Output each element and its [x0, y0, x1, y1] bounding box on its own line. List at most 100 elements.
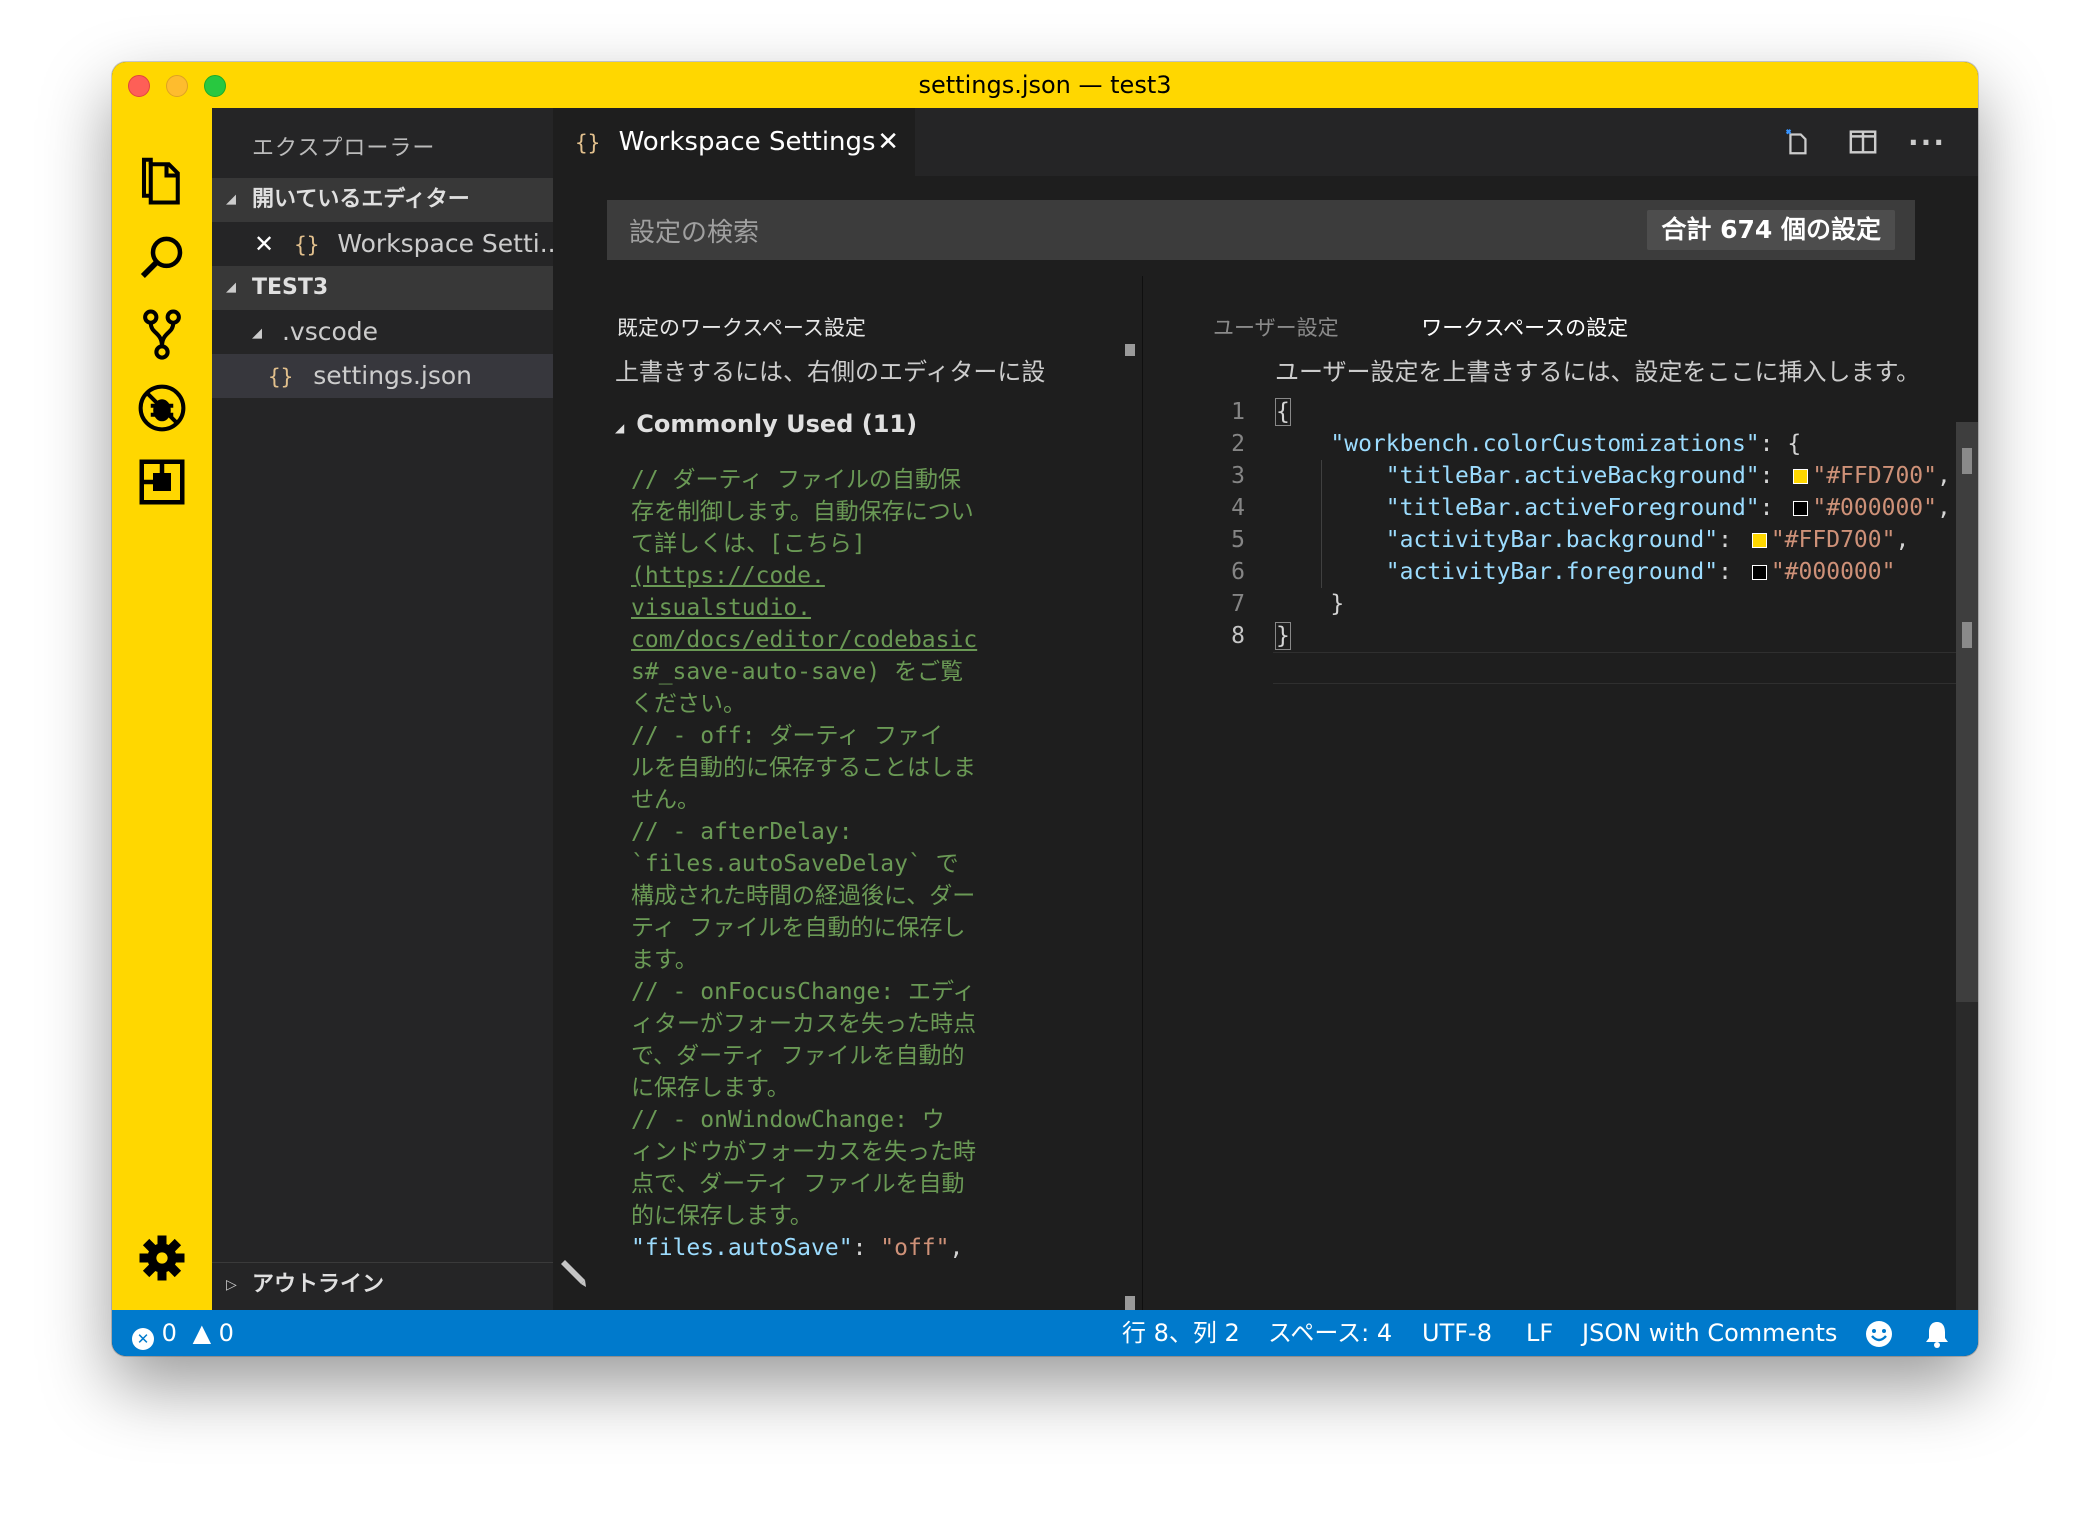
tab-user-settings[interactable]: ユーザー設定: [1213, 316, 1339, 340]
group-label: Commonly Used (11): [636, 410, 918, 438]
json-value: "#FFD700": [1770, 527, 1896, 553]
default-settings-code: // ダーティ ファイルの自動保 存を制御します。自動保存につい て詳しくは、[…: [631, 464, 1031, 1264]
warning-count: 0: [218, 1319, 234, 1347]
settings-target-tabs: ユーザー設定 ワークスペースの設定: [1213, 312, 1628, 342]
json-key: "titleBar.activeBackground": [1385, 463, 1760, 489]
zoom-window-button[interactable]: [204, 75, 226, 97]
comment-line: で、ダーティ ファイルを自動的: [631, 1043, 965, 1069]
workspace-section[interactable]: ◢ TEST3: [212, 266, 553, 310]
outline-section[interactable]: ▷ アウトライン: [212, 1262, 553, 1306]
comment-line: ください。: [631, 691, 746, 717]
workspace-settings-description: ユーザー設定を上書きするには、設定をここに挿入します。: [1275, 358, 1921, 386]
language-mode-selector[interactable]: JSON with Comments: [1582, 1310, 1837, 1356]
comment-line: ィターがフォーカスを失った時点: [631, 1011, 976, 1037]
code-line: "activityBar.foreground": "#000000": [1385, 559, 1896, 585]
settings-search-input[interactable]: 設定の検索 合計 674 個の設定: [607, 200, 1915, 260]
comment-line: // - afterDelay:: [631, 819, 853, 845]
cursor-position[interactable]: 行 8、列 2: [1122, 1310, 1240, 1356]
comment-line: に保存します。: [631, 1075, 790, 1101]
debug-icon[interactable]: [134, 380, 190, 436]
search-icon[interactable]: [134, 230, 190, 286]
scroll-marker: [1125, 1296, 1135, 1310]
comment-line: // - off: ダーティ ファイ: [631, 723, 943, 749]
color-swatch[interactable]: [1751, 533, 1767, 548]
title-bar: settings.json — test3: [112, 62, 1978, 108]
open-settings-json-icon[interactable]: [1779, 124, 1815, 160]
line-number: 5: [1231, 527, 1245, 553]
outline-label: アウトライン: [252, 1272, 385, 1297]
folder-label: .vscode: [281, 317, 379, 346]
window-title: settings.json — test3: [918, 71, 1172, 99]
file-item-settings-json[interactable]: {} settings.json: [212, 354, 553, 398]
color-swatch[interactable]: [1793, 469, 1809, 484]
edit-pencil-icon[interactable]: [557, 1258, 587, 1288]
pane-divider[interactable]: [1142, 276, 1143, 1310]
encoding-selector[interactable]: UTF-8: [1422, 1310, 1492, 1356]
json-key: "workbench.colorCustomizations": [1330, 431, 1760, 457]
code-line: "titleBar.activeForeground": "#000000",: [1385, 495, 1951, 521]
default-settings-description: 上書きするには、右側のエディターに設: [615, 358, 1046, 386]
notifications-bell-icon[interactable]: [1922, 1318, 1952, 1356]
tab-workspace-settings[interactable]: {} Workspace Settings ✕: [553, 108, 915, 176]
json-value: "#000000": [1770, 559, 1896, 585]
close-icon[interactable]: ✕: [254, 230, 274, 258]
tab-workspace-settings-target[interactable]: ワークスペースの設定: [1421, 316, 1628, 340]
chevron-right-icon: ▷: [226, 1277, 237, 1293]
open-editor-item[interactable]: ✕ {} Workspace Setti...: [212, 222, 553, 266]
color-swatch[interactable]: [1793, 501, 1809, 516]
comment-line: // - onWindowChange: ウ: [631, 1107, 945, 1133]
code-line: }: [1275, 591, 1345, 617]
json-file-icon: {}: [575, 131, 601, 155]
close-window-button[interactable]: [128, 75, 150, 97]
code-line: }: [1275, 622, 1291, 650]
settings-count-badge: 合計 674 個の設定: [1647, 210, 1895, 250]
open-editor-label: Workspace Setti...: [337, 229, 553, 258]
line-number: 2: [1231, 431, 1245, 457]
explorer-sidebar: エクスプローラー ◢ 開いているエディター ✕ {} Workspace Set…: [212, 108, 553, 1310]
indentation-setting[interactable]: スペース: 4: [1268, 1310, 1392, 1356]
docs-link[interactable]: visualstudio.: [631, 592, 1031, 624]
extensions-icon[interactable]: [134, 454, 190, 510]
more-actions-icon[interactable]: ···: [1908, 124, 1945, 160]
comment-line: ィンドウがフォーカスを失った時: [631, 1139, 976, 1165]
default-settings-header: 既定のワークスペース設定: [617, 316, 866, 340]
scroll-marker: [1125, 344, 1135, 356]
vscode-window: settings.json — test3 エクスプローラー ◢ 開いているエデ…: [112, 62, 1978, 1356]
line-number: 3: [1231, 463, 1245, 489]
line-number: 4: [1231, 495, 1245, 521]
search-placeholder: 設定の検索: [629, 218, 760, 248]
workspace-label: TEST3: [252, 275, 329, 300]
vertical-scrollbar[interactable]: [1956, 422, 1978, 1310]
chevron-down-icon: ◢: [226, 280, 236, 295]
docs-link[interactable]: (https://code.: [631, 560, 1031, 592]
commonly-used-group[interactable]: ◢ Commonly Used (11): [615, 410, 917, 438]
comment-line: ます。: [631, 947, 698, 973]
line-number: 6: [1231, 559, 1245, 585]
comment-line: 存を制御します。自動保存につい: [631, 499, 974, 525]
split-editor-icon[interactable]: [1845, 124, 1881, 160]
line-number: 8: [1231, 623, 1245, 649]
explorer-icon[interactable]: [134, 152, 190, 208]
minimize-window-button[interactable]: [166, 75, 188, 97]
setting-line[interactable]: "files.autoSave": "off",: [631, 1232, 1031, 1264]
source-control-icon[interactable]: [134, 306, 190, 362]
chevron-down-icon: ◢: [226, 192, 236, 207]
color-swatch[interactable]: [1751, 565, 1767, 580]
scrollbar-thumb[interactable]: [1956, 422, 1978, 1002]
docs-link[interactable]: com/docs/editor/codebasic: [631, 624, 1031, 656]
file-label: settings.json: [313, 361, 473, 390]
feedback-smiley-icon[interactable]: [1864, 1318, 1894, 1356]
open-editors-section[interactable]: ◢ 開いているエディター: [212, 178, 553, 222]
error-icon: ✕: [132, 1328, 154, 1350]
setting-value: "off": [880, 1235, 950, 1261]
folder-item-vscode[interactable]: ◢ .vscode: [212, 310, 553, 354]
close-tab-icon[interactable]: ✕: [877, 108, 899, 176]
open-editors-label: 開いているエディター: [252, 187, 470, 212]
problems-indicator[interactable]: ✕ 0 ▲ 0: [132, 1310, 234, 1356]
gear-icon[interactable]: [134, 1230, 190, 1286]
eol-selector[interactable]: LF: [1526, 1310, 1553, 1356]
chevron-down-icon: ◢: [252, 326, 262, 341]
settings-json-code[interactable]: { "workbench.colorCustomizations": { "ti…: [1275, 396, 1951, 652]
line-numbers: 1 2 3 4 5 6 7 8: [1205, 396, 1245, 652]
comment-line: ティ ファイルを自動的に保存し: [631, 915, 966, 941]
